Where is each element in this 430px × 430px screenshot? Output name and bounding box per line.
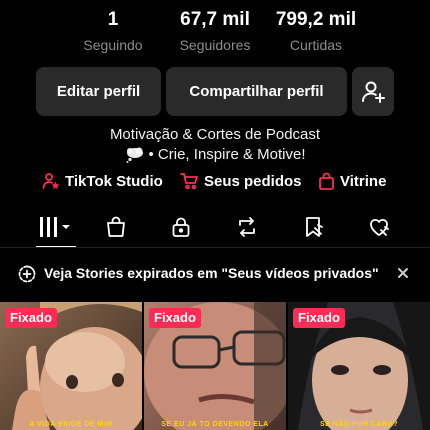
stories-banner-text: Veja Stories expirados em "Seus vídeos p… — [44, 265, 379, 281]
lock-icon — [172, 217, 190, 237]
showcase-label: Vitrine — [340, 172, 387, 190]
bookmark-icon — [306, 217, 323, 237]
tab-videos[interactable] — [34, 207, 76, 248]
video-caption: SE NÃO FOR CARA? — [320, 421, 398, 428]
tab-reposts[interactable] — [226, 207, 268, 247]
following-label: Seguindo — [83, 37, 143, 53]
video-thumbnail[interactable]: Fixado SE NÃO FOR CARA? — [288, 302, 430, 430]
shopping-bag-icon — [319, 172, 334, 190]
following-stat[interactable]: 1 Seguindo — [58, 8, 168, 56]
tiktok-studio-link[interactable]: TikTok Studio — [42, 172, 163, 190]
tab-private[interactable] — [160, 207, 202, 247]
close-icon[interactable] — [396, 266, 410, 280]
repost-icon — [239, 217, 255, 237]
followers-label: Seguidores — [179, 37, 251, 53]
tiktok-studio-label: TikTok Studio — [65, 172, 163, 190]
tabs-divider — [0, 247, 430, 248]
tab-liked[interactable] — [358, 207, 400, 247]
pinned-badge: Fixado — [5, 308, 57, 328]
orders-label: Seus pedidos — [204, 172, 302, 190]
thought-bubble-icon — [126, 147, 143, 163]
cart-icon — [180, 173, 198, 190]
profile-tabs — [0, 207, 430, 248]
video-thumbnail[interactable]: Fixado SE EU JÁ TO DEVENDO ELA — [144, 302, 286, 430]
person-add-icon — [362, 81, 385, 103]
tab-saved[interactable] — [292, 207, 334, 247]
edit-profile-button[interactable]: Editar perfil — [36, 67, 161, 116]
followers-stat[interactable]: 67,7 mil Seguidores — [160, 8, 270, 56]
profile-stats: 1 Seguindo 67,7 mil Seguidores 799,2 mil… — [0, 8, 430, 58]
grid-icon — [40, 217, 70, 237]
stories-add-icon — [18, 265, 36, 283]
orders-link[interactable]: Seus pedidos — [180, 172, 302, 190]
video-caption: A VIDA EXIGE DE MIM — [29, 421, 113, 428]
tab-shop[interactable] — [95, 207, 137, 247]
bio-line-2-text: • Crie, Inspire & Motive! — [148, 146, 306, 163]
pinned-badge: Fixado — [293, 308, 345, 328]
stories-banner[interactable]: Veja Stories expirados em "Seus vídeos p… — [0, 252, 430, 296]
video-caption: SE EU JÁ TO DEVENDO ELA — [161, 421, 269, 428]
likes-stat[interactable]: 799,2 mil Curtidas — [261, 8, 371, 56]
video-thumbnail[interactable]: Fixado A VIDA EXIGE DE MIM — [0, 302, 142, 430]
pinned-badge: Fixado — [149, 308, 201, 328]
followers-count: 67,7 mil — [180, 9, 250, 30]
bio-line-2: • Crie, Inspire & Motive! — [0, 146, 430, 163]
following-count: 1 — [107, 9, 119, 30]
showcase-link[interactable]: Vitrine — [318, 172, 386, 190]
share-profile-button[interactable]: Compartilhar perfil — [166, 67, 347, 116]
likes-label: Curtidas — [289, 37, 343, 53]
likes-count: 799,2 mil — [275, 9, 357, 30]
bag-icon — [107, 216, 125, 237]
video-grid: Fixado A VIDA EXIGE DE MIM Fixado SE EU … — [0, 302, 430, 430]
bio-line-1: Motivação & Cortes de Podcast — [109, 126, 321, 143]
person-star-icon — [42, 173, 60, 189]
add-friend-button[interactable] — [352, 67, 394, 116]
profile-links: TikTok Studio Seus pedidos Vitrine — [0, 172, 430, 196]
liked-icon — [370, 218, 389, 236]
